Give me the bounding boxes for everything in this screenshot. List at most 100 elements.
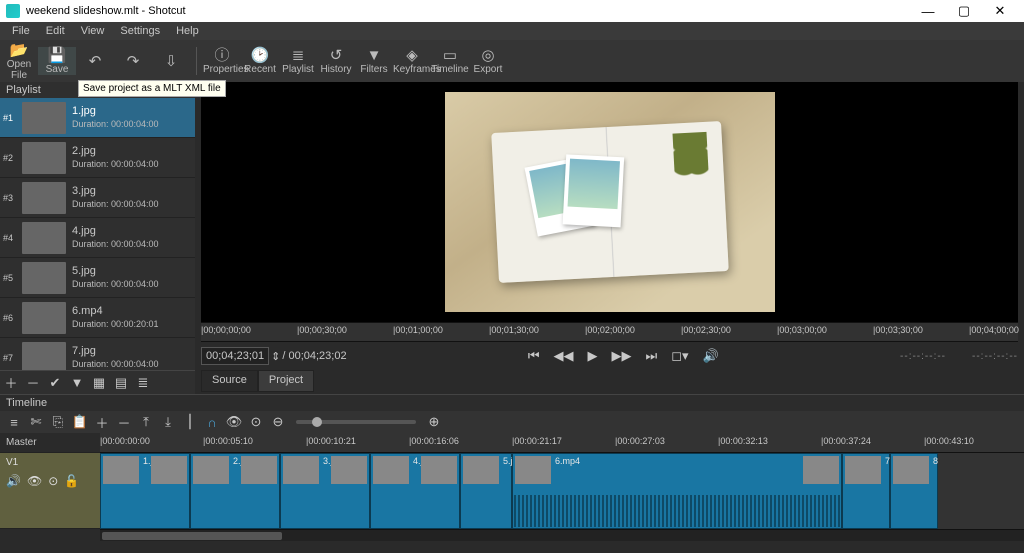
close-button[interactable]: ✕ [982,3,1018,19]
download-button[interactable]: ⇩ [152,53,190,70]
open-file-button[interactable]: 📂Open File [0,42,38,81]
tl-remove-button[interactable]: － [114,413,134,432]
properties-button[interactable]: ⓘProperties [203,47,241,75]
thumbnail [22,102,66,134]
title-bar: weekend slideshow.mlt - Shotcut — ▢ ✕ [0,0,1024,22]
save-icon: 💾 [38,47,76,64]
timeline-clip[interactable]: 4.jpg [370,453,460,529]
master-track-head[interactable]: Master [0,433,100,453]
playlist-button[interactable]: ≣Playlist [279,47,317,75]
recent-button[interactable]: 🕑Recent [241,47,279,75]
playlist-item[interactable]: #11.jpgDuration: 00:00:04:00 [0,98,195,138]
preview-viewport[interactable] [201,82,1018,322]
tl-ripple-button[interactable]: ⊙ [246,414,266,430]
playlist-item[interactable]: #77.jpgDuration: 00:00:04:00 [0,338,195,370]
playlist-grid-view-button[interactable]: ▦ [88,375,110,391]
timeline-clip[interactable]: 3.jpg [280,453,370,529]
tl-snap-button[interactable]: ∩ [202,415,222,430]
menu-edit[interactable]: Edit [38,25,73,37]
timeline-clip[interactable]: 6.mp4 [512,453,842,529]
history-button[interactable]: ↺History [317,47,355,75]
track-mute-button[interactable]: 🔊 [6,474,21,488]
skip-start-button[interactable]: ⏮ [528,348,540,364]
thumbnail [22,262,66,294]
timeline-trackheads: Master V1 🔊 👁 ⊙ 🔓 [0,433,100,553]
total-timecode: / 00;04;23;02 [282,350,346,362]
preview-ruler[interactable]: |00;00;00;00|00;00;30;00|00;01;00;00|00;… [201,322,1018,342]
loop-button[interactable]: ◻▾ [671,348,688,364]
spinner-control[interactable]: ⇕ [271,350,280,363]
tl-add-button[interactable]: ＋ [92,413,112,432]
playlist-list-view-button[interactable]: ≣ [132,375,154,391]
tl-overwrite-button[interactable]: ⤓ [158,414,178,430]
track-v1[interactable]: 1.jpg2.jpg3.jpg4.jpg5.jpg6.mp47.jpg8 [100,453,1024,529]
skip-end-button[interactable]: ⏭ [646,348,658,364]
tl-zoom-slider[interactable] [296,420,416,424]
playlist-panel: Playlist #11.jpgDuration: 00:00:04:00#22… [0,82,195,394]
menu-view[interactable]: View [73,25,113,37]
playlist-list: #11.jpgDuration: 00:00:04:00#22.jpgDurat… [0,98,195,370]
timeline-ruler[interactable]: |00:00:00:00|00:00:05:10|00:00:10:21|00:… [100,433,1024,453]
play-button[interactable]: ▶ [588,348,598,364]
timeline-clip[interactable]: 5.jpg [460,453,512,529]
track-lock-button[interactable]: 🔓 [64,474,79,488]
save-tooltip: Save project as a MLT XML file [78,80,226,97]
track-hide-button[interactable]: 👁 [27,474,42,488]
preview-image [445,92,775,312]
export-button[interactable]: ◎Export [469,47,507,75]
timeline-clip[interactable]: 7.jpg [842,453,890,529]
rewind-button[interactable]: ◀◀ [554,348,574,364]
playlist-tile-view-button[interactable]: ▤ [110,375,132,391]
menu-settings[interactable]: Settings [112,25,168,37]
forward-button[interactable]: ▶▶ [612,348,632,364]
timeline-clip[interactable]: 8 [890,453,938,529]
thumbnail [22,182,66,214]
window-title: weekend slideshow.mlt - Shotcut [26,5,910,17]
timeline-clip[interactable]: 2.jpg [190,453,280,529]
timeline-icon: ▭ [431,47,469,64]
menu-help[interactable]: Help [168,25,207,37]
app-icon [6,4,20,18]
playlist-item[interactable]: #66.mp4Duration: 00:00:20:01 [0,298,195,338]
timeline-tracks[interactable]: |00:00:00:00|00:00:05:10|00:00:10:21|00:… [100,433,1024,553]
timeline-horizontal-scrollbar[interactable] [100,529,1024,541]
playlist-check-button[interactable]: ✔ [44,375,66,391]
timeline-button[interactable]: ▭Timeline [431,47,469,75]
redo-button[interactable]: ↷ [114,53,152,70]
tl-split-button[interactable]: ⎮ [180,414,200,430]
funnel-icon: ▼ [355,47,393,64]
tl-paste-button[interactable]: 📋 [70,414,90,430]
tl-cut-button[interactable]: ✄ [26,414,46,430]
info-icon: ⓘ [203,47,241,64]
menu-file[interactable]: File [4,25,38,37]
tl-menu-button[interactable]: ≡ [4,415,24,430]
tl-scrub-button[interactable]: 👁 [224,414,244,430]
timeline-clip[interactable]: 1.jpg [100,453,190,529]
tl-lift-button[interactable]: ⤒ [136,414,156,430]
playlist-add-button[interactable]: ＋ [0,373,22,392]
tl-zoom-in-button[interactable]: ⊕ [424,414,444,430]
tl-zoom-out-button[interactable]: ⊖ [268,414,288,430]
minimize-button[interactable]: — [910,4,946,19]
tl-copy-button[interactable]: ⎘ [48,414,68,430]
in-timecode: --:--:--:-- [900,351,946,362]
playlist-down-button[interactable]: ▼ [66,375,88,390]
playlist-item[interactable]: #55.jpgDuration: 00:00:04:00 [0,258,195,298]
playlist-remove-button[interactable]: － [22,373,44,392]
v1-track-head[interactable]: V1 🔊 👁 ⊙ 🔓 [0,453,100,529]
undo-button[interactable]: ↶ [76,53,114,70]
playlist-item[interactable]: #44.jpgDuration: 00:00:04:00 [0,218,195,258]
maximize-button[interactable]: ▢ [946,3,982,19]
track-composite-button[interactable]: ⊙ [48,474,58,488]
thumbnail [22,302,66,334]
current-timecode[interactable]: 00;04;23;01 [201,347,269,365]
save-button[interactable]: 💾Save [38,47,76,75]
tab-source[interactable]: Source [201,370,258,392]
playlist-item[interactable]: #33.jpgDuration: 00:00:04:00 [0,178,195,218]
volume-button[interactable]: 🔊 [703,348,719,364]
playlist-item[interactable]: #22.jpgDuration: 00:00:04:00 [0,138,195,178]
tab-project[interactable]: Project [258,370,314,392]
keyframes-button[interactable]: ◈Keyframes [393,47,431,75]
redo-icon: ↷ [114,53,152,70]
filters-button[interactable]: ▼Filters [355,47,393,75]
